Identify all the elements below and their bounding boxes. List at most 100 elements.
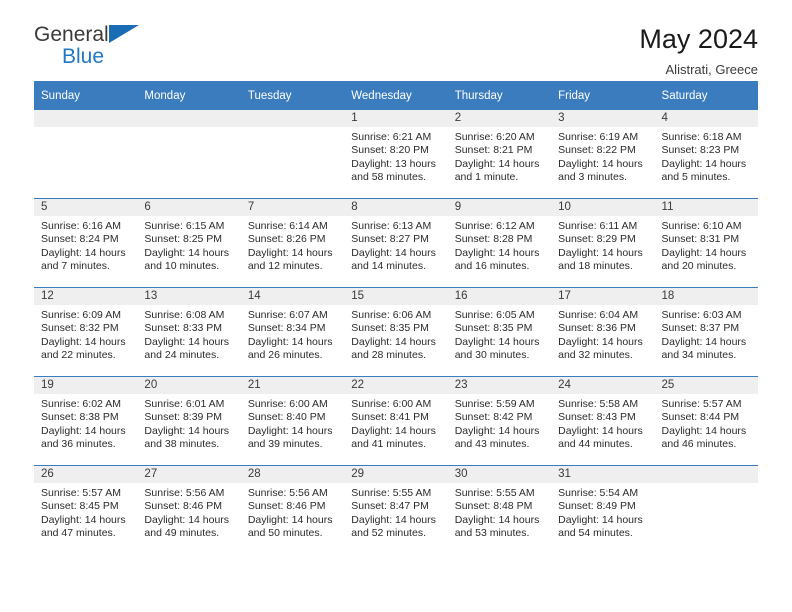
daylight-text-line2: and 14 minutes. bbox=[351, 260, 426, 273]
day-details: Sunrise: 5:58 AM Sunset: 8:43 PM Daylight:… bbox=[551, 394, 654, 452]
day-cell[interactable]: 26 Sunrise: 5:57 AM Sunset: 8:45 PM Dayligh… bbox=[34, 465, 138, 554]
calendar-week-row: 1 Sunrise: 6:21 AM Sunset: 8:20 PM Daylight… bbox=[34, 110, 758, 199]
day-cell[interactable]: 17 Sunrise: 6:04 AM Sunset: 8:36 PM Dayligh… bbox=[551, 287, 655, 377]
day-details: Sunrise: 6:00 AM Sunset: 8:40 PM Daylight:… bbox=[241, 394, 344, 452]
day-cell[interactable]: 21 Sunrise: 6:00 AM Sunset: 8:40 PM Dayligh… bbox=[240, 376, 345, 466]
blue-triangle-icon bbox=[109, 25, 139, 43]
daylight-text-line1: Daylight: 14 hours bbox=[144, 424, 230, 437]
day-cell[interactable]: 15 Sunrise: 6:06 AM Sunset: 8:35 PM Dayligh… bbox=[344, 287, 448, 377]
sunset-text: Sunset: 8:33 PM bbox=[144, 322, 223, 335]
sunset-text: Sunset: 8:23 PM bbox=[661, 144, 740, 157]
sunrise-text: Sunrise: 6:12 AM bbox=[454, 220, 535, 232]
day-cell[interactable]: 5 Sunrise: 6:16 AM Sunset: 8:24 PM Daylight… bbox=[34, 198, 138, 288]
day-details: Sunrise: 6:20 AM Sunset: 8:21 PM Daylight:… bbox=[448, 127, 551, 185]
day-cell[interactable]: 23 Sunrise: 5:59 AM Sunset: 8:42 PM Dayligh… bbox=[447, 376, 552, 466]
sunset-text: Sunset: 8:46 PM bbox=[144, 500, 223, 513]
daylight-text-line1: Daylight: 14 hours bbox=[144, 335, 230, 348]
day-details: Sunrise: 6:04 AM Sunset: 8:36 PM Daylight:… bbox=[551, 305, 654, 363]
day-number: 26 bbox=[34, 466, 138, 483]
daylight-text-line1: Daylight: 14 hours bbox=[661, 157, 747, 170]
daylight-text-line1: Daylight: 14 hours bbox=[351, 424, 436, 437]
daylight-text-line1: Daylight: 14 hours bbox=[558, 157, 643, 170]
daylight-text-line2: and 53 minutes. bbox=[454, 527, 530, 540]
sunrise-text: Sunrise: 5:59 AM bbox=[454, 398, 535, 410]
sunset-text: Sunset: 8:38 PM bbox=[41, 411, 119, 424]
daylight-text-line2: and 26 minutes. bbox=[247, 349, 323, 362]
day-cell-empty bbox=[34, 110, 138, 199]
daylight-text-line2: and 24 minutes. bbox=[144, 349, 220, 362]
day-cell[interactable]: 22 Sunrise: 6:00 AM Sunset: 8:41 PM Dayligh… bbox=[344, 376, 448, 466]
day-cell[interactable]: 18 Sunrise: 6:03 AM Sunset: 8:37 PM Dayligh… bbox=[654, 287, 758, 377]
sunset-text: Sunset: 8:21 PM bbox=[454, 144, 533, 157]
sunrise-text: Sunrise: 6:08 AM bbox=[144, 309, 225, 321]
sunrise-text: Sunrise: 6:19 AM bbox=[558, 131, 639, 143]
daylight-text-line2: and 10 minutes. bbox=[144, 260, 220, 273]
page-subtitle: Alistrati, Greece bbox=[665, 62, 758, 78]
day-cell[interactable]: 9 Sunrise: 6:12 AM Sunset: 8:28 PM Daylight… bbox=[447, 198, 552, 288]
day-number: 10 bbox=[551, 199, 655, 216]
day-cell[interactable]: 1 Sunrise: 6:21 AM Sunset: 8:20 PM Daylight… bbox=[344, 110, 448, 199]
sunrise-text: Sunrise: 6:04 AM bbox=[558, 309, 639, 321]
daylight-text-line1: Daylight: 14 hours bbox=[454, 424, 540, 437]
day-cell[interactable]: 25 Sunrise: 5:57 AM Sunset: 8:44 PM Dayligh… bbox=[654, 376, 758, 466]
sunset-text: Sunset: 8:35 PM bbox=[454, 322, 533, 335]
daylight-text-line1: Daylight: 14 hours bbox=[454, 513, 540, 526]
page-title: May 2024 bbox=[639, 24, 758, 54]
day-details: Sunrise: 6:12 AM Sunset: 8:28 PM Daylight:… bbox=[448, 216, 551, 274]
title-block: May 2024 Alistrati, Greece bbox=[639, 24, 758, 77]
day-cell[interactable]: 4 Sunrise: 6:18 AM Sunset: 8:23 PM Daylight… bbox=[654, 110, 758, 199]
daylight-text-line2: and 34 minutes. bbox=[661, 349, 737, 362]
sunset-text: Sunset: 8:29 PM bbox=[558, 233, 636, 246]
day-cell[interactable]: 30 Sunrise: 5:55 AM Sunset: 8:48 PM Dayligh… bbox=[447, 465, 552, 554]
calendar-header-row: Sunday Monday Tuesday Wednesday Thursday… bbox=[34, 81, 758, 110]
sunset-text: Sunset: 8:24 PM bbox=[41, 233, 119, 246]
day-cell[interactable]: 28 Sunrise: 5:56 AM Sunset: 8:46 PM Dayligh… bbox=[240, 465, 345, 554]
day-cell[interactable]: 10 Sunrise: 6:11 AM Sunset: 8:29 PM Dayligh… bbox=[551, 198, 655, 288]
daylight-text-line2: and 16 minutes. bbox=[454, 260, 530, 273]
day-number: 24 bbox=[551, 377, 655, 394]
sunrise-text: Sunrise: 5:58 AM bbox=[558, 398, 639, 410]
day-cell[interactable]: 11 Sunrise: 6:10 AM Sunset: 8:31 PM Dayligh… bbox=[654, 198, 758, 288]
daylight-text-line2: and 3 minutes. bbox=[558, 171, 627, 184]
sunset-text: Sunset: 8:49 PM bbox=[558, 500, 636, 513]
day-number: 8 bbox=[344, 199, 448, 216]
day-cell[interactable]: 7 Sunrise: 6:14 AM Sunset: 8:26 PM Daylight… bbox=[240, 198, 345, 288]
day-cell[interactable]: 3 Sunrise: 6:19 AM Sunset: 8:22 PM Daylight… bbox=[551, 110, 655, 199]
day-details: Sunrise: 5:55 AM Sunset: 8:47 PM Daylight:… bbox=[344, 483, 447, 541]
sunset-text: Sunset: 8:41 PM bbox=[351, 411, 429, 424]
sunset-text: Sunset: 8:20 PM bbox=[351, 144, 429, 157]
sunrise-text: Sunrise: 6:14 AM bbox=[247, 220, 328, 232]
sunrise-text: Sunrise: 6:15 AM bbox=[144, 220, 225, 232]
day-cell-empty bbox=[654, 465, 758, 554]
day-cell[interactable]: 20 Sunrise: 6:01 AM Sunset: 8:39 PM Dayligh… bbox=[137, 376, 241, 466]
day-cell[interactable]: 24 Sunrise: 5:58 AM Sunset: 8:43 PM Dayligh… bbox=[551, 376, 655, 466]
daylight-text-line1: Daylight: 14 hours bbox=[454, 335, 540, 348]
day-cell[interactable]: 12 Sunrise: 6:09 AM Sunset: 8:32 PM Dayligh… bbox=[34, 287, 138, 377]
general-blue-logo[interactable]: General Blue bbox=[34, 24, 154, 72]
day-cell[interactable]: 27 Sunrise: 5:56 AM Sunset: 8:46 PM Dayligh… bbox=[137, 465, 241, 554]
day-cell[interactable]: 14 Sunrise: 6:07 AM Sunset: 8:34 PM Dayligh… bbox=[240, 287, 345, 377]
day-details: Sunrise: 6:16 AM Sunset: 8:24 PM Daylight:… bbox=[34, 216, 137, 274]
day-number: 27 bbox=[137, 466, 241, 483]
day-details: Sunrise: 6:10 AM Sunset: 8:31 PM Daylight:… bbox=[655, 216, 758, 274]
day-cell[interactable]: 13 Sunrise: 6:08 AM Sunset: 8:33 PM Dayligh… bbox=[137, 287, 241, 377]
day-cell[interactable]: 2 Sunrise: 6:20 AM Sunset: 8:21 PM Daylight… bbox=[447, 110, 552, 199]
day-cell[interactable]: 19 Sunrise: 6:02 AM Sunset: 8:38 PM Dayligh… bbox=[34, 376, 138, 466]
day-cell[interactable]: 8 Sunrise: 6:13 AM Sunset: 8:27 PM Daylight… bbox=[344, 198, 448, 288]
day-details: Sunrise: 5:59 AM Sunset: 8:42 PM Daylight:… bbox=[448, 394, 551, 452]
sunset-text: Sunset: 8:37 PM bbox=[661, 322, 740, 335]
sunrise-text: Sunrise: 5:55 AM bbox=[351, 487, 432, 499]
day-number: 1 bbox=[344, 110, 448, 127]
daylight-text-line1: Daylight: 14 hours bbox=[144, 246, 230, 259]
day-cell[interactable]: 31 Sunrise: 5:54 AM Sunset: 8:49 PM Dayligh… bbox=[551, 465, 655, 554]
day-details: Sunrise: 5:54 AM Sunset: 8:49 PM Daylight:… bbox=[551, 483, 654, 541]
day-number: 13 bbox=[137, 288, 241, 305]
logo-text-blue: Blue bbox=[62, 45, 105, 68]
daylight-text-line2: and 58 minutes. bbox=[351, 171, 426, 184]
daylight-text-line2: and 1 minute. bbox=[454, 171, 519, 184]
daylight-text-line1: Daylight: 14 hours bbox=[661, 424, 747, 437]
day-cell[interactable]: 29 Sunrise: 5:55 AM Sunset: 8:47 PM Dayligh… bbox=[344, 465, 448, 554]
day-cell-empty bbox=[137, 110, 241, 199]
day-cell[interactable]: 16 Sunrise: 6:05 AM Sunset: 8:35 PM Dayligh… bbox=[447, 287, 552, 377]
day-cell[interactable]: 6 Sunrise: 6:15 AM Sunset: 8:25 PM Daylight… bbox=[137, 198, 241, 288]
